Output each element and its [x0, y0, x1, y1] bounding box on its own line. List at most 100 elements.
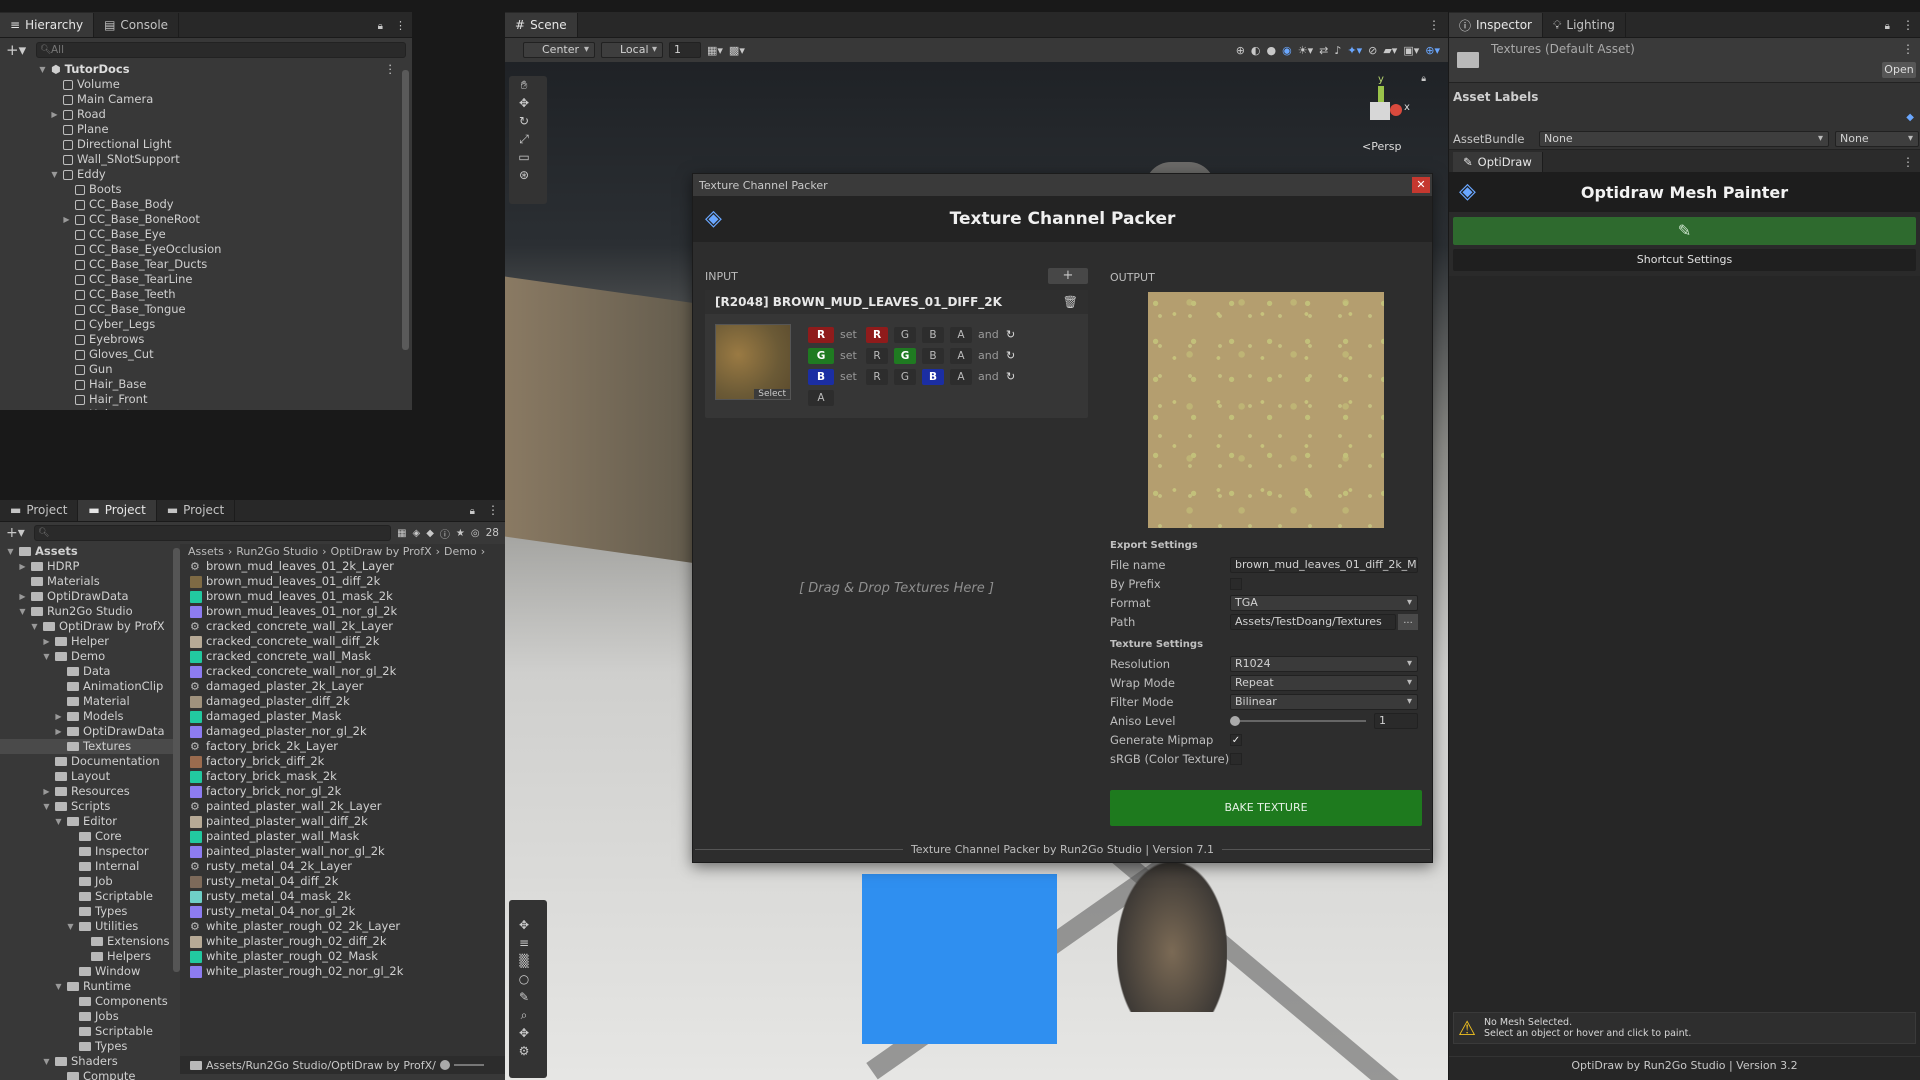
persp-label[interactable]: <Persp — [1362, 140, 1401, 153]
dropdown[interactable]: Repeat — [1230, 674, 1418, 691]
hierarchy-item[interactable]: CC_Base_Tongue — [4, 302, 412, 317]
breadcrumb-run2go[interactable]: Run2Go Studio — [236, 545, 318, 558]
expand-arrow-icon[interactable]: ▼ — [66, 919, 75, 934]
hierarchy-item[interactable]: Gloves_Cut — [4, 347, 412, 362]
hierarchy-item[interactable]: Hair_Base — [4, 377, 412, 392]
refresh-icon[interactable]: ↻ — [1006, 328, 1020, 341]
source-channel-r[interactable]: R — [808, 326, 834, 343]
breadcrumb-assets[interactable]: Assets — [188, 545, 224, 558]
expand-arrow-icon[interactable]: ▶ — [42, 634, 51, 649]
hierarchy-item[interactable]: CC_Base_Teeth — [4, 287, 412, 302]
folder-tree-item[interactable]: Documentation — [0, 754, 180, 769]
expand-arrow-icon[interactable]: ▼ — [42, 1054, 51, 1069]
hierarchy-item[interactable]: Plane — [4, 122, 412, 137]
tab-inspector[interactable]: ⓘ Inspector — [1449, 13, 1543, 37]
tab-project-2[interactable]: ▬ Project — [78, 500, 157, 521]
asset-file-item[interactable]: damaged_plaster_Mask — [190, 709, 505, 724]
expand-arrow-icon[interactable]: ▶ — [54, 724, 63, 739]
overlay-search-icon[interactable]: ⌕ — [509, 1006, 539, 1024]
asset-file-item[interactable]: brown_mud_leaves_01_mask_2k — [190, 589, 505, 604]
asset-file-item[interactable]: damaged_plaster_nor_gl_2k — [190, 724, 505, 739]
tab-optidraw[interactable]: ✎ OptiDraw — [1453, 152, 1543, 172]
lock-icon[interactable]: 🔒︎ — [464, 506, 481, 521]
filter-label-icon[interactable]: ◈ — [413, 528, 421, 539]
tab-hierarchy[interactable]: ≡ Hierarchy — [0, 13, 95, 37]
folder-tree-item[interactable]: Components — [0, 994, 180, 1009]
folder-tree-item[interactable]: Scriptable — [0, 1024, 180, 1039]
select-texture-button[interactable]: Select — [754, 389, 790, 399]
folder-tree-item[interactable]: ▼ Shaders — [0, 1054, 180, 1069]
paint-mode-button[interactable]: ✎ — [1453, 217, 1916, 245]
more-menu-icon[interactable]: ⋮ — [389, 19, 412, 37]
zoom-slider[interactable] — [439, 1060, 450, 1070]
folder-tree-item[interactable]: ▼ Runtime — [0, 979, 180, 994]
expand-arrow-icon[interactable]: ▼ — [54, 814, 63, 829]
hierarchy-item[interactable]: ▶ CC_Base_BoneRoot — [4, 212, 412, 227]
audio-icon[interactable]: ♪ — [1334, 44, 1341, 57]
slider-knob[interactable] — [1230, 715, 1240, 726]
overlay-move-icon[interactable]: ✥ — [509, 916, 539, 934]
folder-tree-item[interactable]: ▼ Run2Go Studio — [0, 604, 180, 619]
folder-tree-item[interactable]: Extensions — [0, 934, 180, 949]
folder-tree-item[interactable]: Window — [0, 964, 180, 979]
target-channel-r[interactable]: R — [866, 326, 888, 343]
target-channel-g[interactable]: G — [894, 347, 916, 364]
bake-texture-button[interactable]: BAKE TEXTURE — [1110, 790, 1422, 826]
asset-file-item[interactable]: white_plaster_rough_02_nor_gl_2k — [190, 964, 505, 979]
checkbox[interactable] — [1230, 752, 1242, 765]
refresh-icon[interactable]: ↻ — [1006, 349, 1020, 362]
hierarchy-item[interactable]: Hair_Front — [4, 392, 412, 407]
global-icon[interactable]: ⊕ — [1236, 44, 1245, 57]
move-tool-icon[interactable]: ✥ — [509, 94, 539, 112]
overlay-align-icon[interactable]: ≡ — [509, 934, 539, 952]
asset-file-item[interactable]: factory_brick_mask_2k — [190, 769, 505, 784]
more-menu-icon[interactable]: ⋮ — [481, 503, 505, 521]
asset-file-item[interactable]: painted_plaster_wall_nor_gl_2k — [190, 844, 505, 859]
shading-solid-icon[interactable]: ● — [1267, 44, 1277, 57]
folder-tree-item[interactable]: Job — [0, 874, 180, 889]
target-channel-a[interactable]: A — [950, 347, 972, 364]
asset-file-item[interactable]: damaged_plaster_diff_2k — [190, 694, 505, 709]
scale-tool-icon[interactable]: ⤢ — [509, 130, 539, 148]
folder-tree-item[interactable]: Types — [0, 904, 180, 919]
hierarchy-item[interactable]: Gun — [4, 362, 412, 377]
hierarchy-item[interactable]: CC_Base_Eye — [4, 227, 412, 242]
refresh-icon[interactable]: ↻ — [1006, 370, 1020, 383]
hierarchy-item[interactable]: ▶ Road — [4, 107, 412, 122]
scene-root[interactable]: ▼ ⬢ TutorDocs ⋮ — [4, 62, 412, 77]
hierarchy-scrollbar[interactable] — [402, 70, 409, 350]
target-channel-b[interactable]: B — [922, 347, 944, 364]
grid-visibility-icon[interactable]: ▩▾ — [729, 44, 745, 57]
shading-lit-icon[interactable]: ◉ — [1282, 44, 1292, 57]
asset-file-item[interactable]: white_plaster_rough_02_Mask — [190, 949, 505, 964]
tab-scene[interactable]: # Scene — [505, 13, 578, 37]
asset-file-item[interactable]: factory_brick_nor_gl_2k — [190, 784, 505, 799]
asset-file-item[interactable]: ⚙ white_plaster_rough_02_2k_Layer — [190, 919, 505, 934]
source-channel-g[interactable]: G — [808, 347, 834, 364]
expand-arrow-icon[interactable]: ▼ — [42, 649, 51, 664]
expand-arrow-icon[interactable]: ▶ — [50, 107, 59, 122]
folder-tree-item[interactable]: Material — [0, 694, 180, 709]
text-field[interactable]: brown_mud_leaves_01_diff_2k_Mas — [1230, 556, 1418, 573]
asset-file-item[interactable]: factory_brick_diff_2k — [190, 754, 505, 769]
folder-tree-item[interactable]: ▼ Demo — [0, 649, 180, 664]
overlay-brush-icon[interactable]: ✎ — [509, 988, 539, 1006]
asset-file-item[interactable]: rusty_metal_04_nor_gl_2k — [190, 904, 505, 919]
gizmo-lock-icon[interactable]: 🔒︎ — [1421, 74, 1426, 84]
path-field[interactable]: Assets/TestDoang/Textures — [1230, 613, 1396, 630]
character-boots-mesh[interactable] — [1117, 862, 1227, 1012]
hand-tool-icon[interactable]: ✋︎ — [509, 76, 539, 94]
orientation-gizmo[interactable]: y x 🔒︎ <Persp — [1348, 74, 1426, 154]
asset-file-item[interactable]: brown_mud_leaves_01_diff_2k — [190, 574, 505, 589]
add-texture-button[interactable]: + — [1048, 268, 1088, 284]
hidden-objects-icon[interactable]: ⊘ — [1368, 44, 1377, 57]
folder-tree-item[interactable]: Internal — [0, 859, 180, 874]
asset-file-item[interactable]: ⚙ cracked_concrete_wall_2k_Layer — [190, 619, 505, 634]
folder-tree-item[interactable]: AnimationClip — [0, 679, 180, 694]
expand-arrow-icon[interactable]: ▼ — [30, 619, 39, 634]
grid-snap-icon[interactable]: ▦▾ — [707, 44, 723, 57]
expand-arrow-icon[interactable]: ▼ — [50, 167, 59, 182]
browse-path-button[interactable]: ... — [1398, 613, 1418, 630]
rect-tool-icon[interactable]: ▭ — [509, 148, 539, 166]
hierarchy-item[interactable]: ▼ Eddy — [4, 167, 412, 182]
